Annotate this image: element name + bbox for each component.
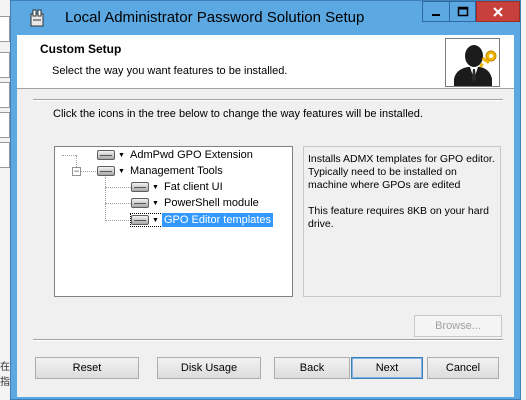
minimize-icon — [432, 13, 440, 16]
cancel-button[interactable]: Cancel — [427, 357, 499, 379]
tree-connector — [105, 220, 131, 221]
tree-item-admpwd-gpo-extension[interactable]: AdmPwd GPO Extension — [128, 148, 255, 162]
tree-connector — [62, 155, 76, 156]
background-frame — [0, 16, 10, 42]
page-title: Custom Setup — [40, 42, 122, 56]
background-frame — [0, 52, 10, 78]
dialog-header: Custom Setup Select the way you want fea… — [17, 35, 514, 89]
window-title: Local Administrator Password Solution Se… — [65, 9, 365, 26]
dropdown-arrow-icon: ▼ — [118, 167, 125, 175]
close-button[interactable] — [476, 1, 520, 22]
hard-drive-icon — [131, 182, 149, 192]
minimize-button[interactable] — [422, 1, 449, 22]
background-frame — [0, 142, 10, 168]
background-frame — [0, 82, 10, 108]
feature-tree[interactable]: ▼ AdmPwd GPO Extension − ▼ Management To… — [54, 146, 293, 297]
footer-separator — [33, 339, 503, 341]
tree-item-powershell-module[interactable]: PowerShell module — [162, 196, 261, 210]
feature-description: Installs ADMX templates for GPO editor. … — [308, 153, 495, 191]
page-subtitle: Select the way you want features to be i… — [52, 65, 288, 77]
hard-drive-icon — [97, 150, 115, 160]
feature-state-button[interactable]: ▼ — [97, 149, 128, 161]
tree-item-gpo-editor-templates[interactable]: GPO Editor templates — [162, 213, 273, 227]
collapse-toggle-icon[interactable]: − — [72, 167, 81, 176]
tree-connector — [105, 187, 131, 188]
title-bar[interactable]: Local Administrator Password Solution Se… — [11, 1, 520, 35]
dropdown-arrow-icon: ▼ — [152, 199, 159, 207]
feature-state-button[interactable]: ▼ — [97, 165, 128, 177]
tree-connector — [105, 203, 131, 204]
dialog-client-area: Custom Setup Select the way you want fea… — [17, 35, 514, 397]
close-icon — [493, 6, 503, 17]
disk-usage-button[interactable]: Disk Usage — [157, 357, 261, 379]
browse-button[interactable]: Browse... — [414, 315, 502, 337]
dropdown-arrow-icon: ▼ — [152, 216, 159, 224]
instruction-text: Click the icons in the tree below to cha… — [53, 108, 423, 120]
feature-state-button[interactable]: ▼ — [131, 197, 162, 209]
feature-state-button[interactable]: ▼ — [131, 181, 162, 193]
background-frame — [0, 112, 10, 138]
maximize-icon — [457, 6, 468, 16]
hard-drive-icon — [131, 215, 149, 225]
admin-key-banner-icon — [445, 38, 500, 87]
feature-size-note: This feature requires 8KB on your hard d… — [308, 205, 489, 230]
next-button[interactable]: Next — [351, 357, 423, 379]
tree-connector — [105, 177, 106, 221]
header-separator — [33, 99, 503, 101]
tree-item-fat-client-ui[interactable]: Fat client UI — [162, 180, 225, 194]
feature-description-panel: Installs ADMX templates for GPO editor. … — [303, 146, 501, 297]
feature-state-button[interactable]: ▼ — [130, 213, 163, 227]
installer-icon — [30, 9, 44, 27]
dropdown-arrow-icon: ▼ — [152, 183, 159, 191]
dropdown-arrow-icon: ▼ — [118, 151, 125, 159]
maximize-button[interactable] — [449, 1, 476, 22]
reset-button[interactable]: Reset — [35, 357, 139, 379]
tree-item-management-tools[interactable]: Management Tools — [128, 164, 225, 178]
hard-drive-icon — [97, 166, 115, 176]
back-button[interactable]: Back — [274, 357, 350, 379]
setup-window: Local Administrator Password Solution Se… — [10, 0, 521, 400]
hard-drive-icon — [131, 198, 149, 208]
